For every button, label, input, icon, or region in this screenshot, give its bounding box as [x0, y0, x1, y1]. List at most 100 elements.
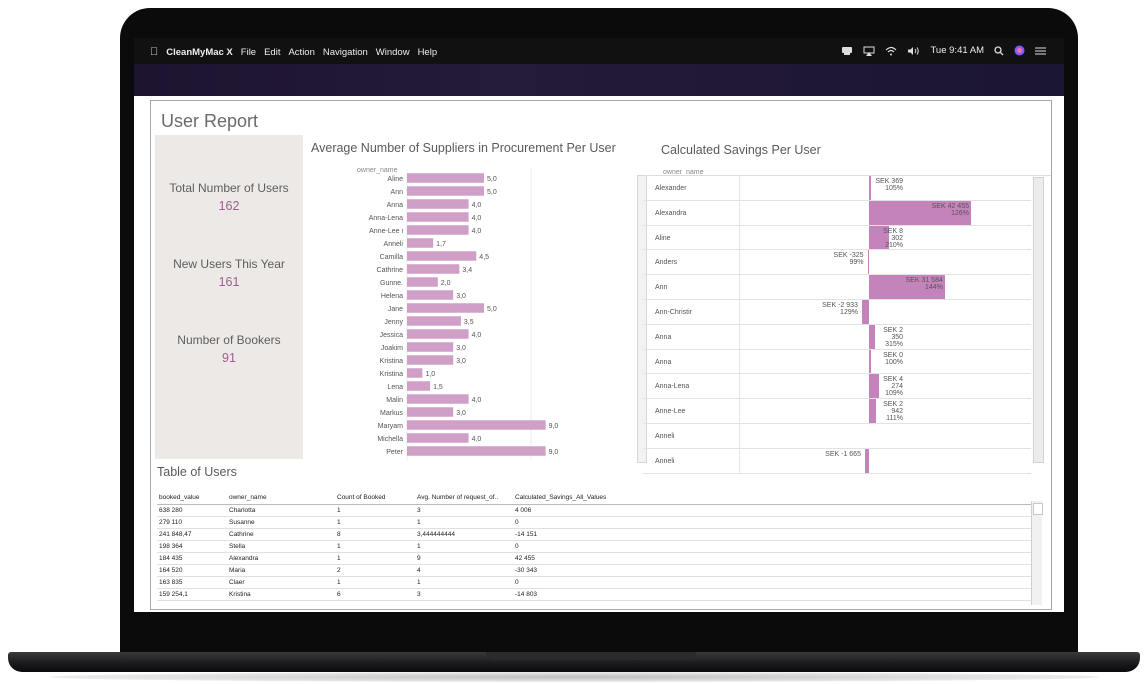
table-row[interactable]: 638 280 Charlotta 1 3 4 006: [157, 504, 1033, 517]
chart1-bar[interactable]: [407, 329, 469, 339]
chart1-bar[interactable]: [407, 290, 454, 300]
clock[interactable]: Tue 9:41 AM: [930, 45, 984, 56]
chart1-bar[interactable]: [407, 355, 454, 365]
table-row[interactable]: 198 364 Stella 1 1 0: [157, 540, 1033, 553]
table-row[interactable]: 164 520 Maria 2 4 -30 343: [157, 564, 1033, 577]
chart1-bar[interactable]: [407, 225, 469, 235]
savings-row[interactable]: Anna SEK 2 350 315%: [643, 324, 1031, 350]
savings-row[interactable]: Anne-Lee SEK 2 942 111%: [643, 399, 1031, 424]
savings-row[interactable]: Anneli SEK -1 665: [643, 448, 1031, 474]
chart1-category-label: Anna: [387, 202, 403, 209]
savings-percent-label: 210%: [885, 241, 903, 249]
col-owner-name[interactable]: owner_name: [227, 491, 335, 505]
menu-help[interactable]: Help: [418, 47, 438, 58]
chart1-bar[interactable]: [407, 368, 423, 378]
chart2-scrollbar[interactable]: [1033, 177, 1044, 463]
chart1-bar[interactable]: [407, 199, 469, 209]
table-scroll-thumb[interactable]: [1033, 503, 1043, 515]
kpi-label: Total Number of Users: [169, 181, 289, 195]
chart1-bar[interactable]: [407, 173, 484, 183]
chart1-bar[interactable]: [407, 303, 484, 313]
savings-row[interactable]: Anders SEK -325 99%: [643, 250, 1031, 276]
savings-column-divider: [739, 176, 740, 200]
chart1-bar[interactable]: [407, 238, 434, 248]
menu-navigation[interactable]: Navigation: [323, 47, 368, 58]
menu-edit[interactable]: Edit: [264, 47, 280, 58]
users-table: booked_value owner_name Count of Booked …: [157, 491, 1033, 601]
chart1-bar[interactable]: [407, 420, 546, 430]
savings-row[interactable]: Alexander SEK 369 105%: [643, 176, 1031, 201]
apple-icon[interactable]: : [150, 46, 158, 58]
savings-row[interactable]: Alexandra SEK 42 455 126%: [643, 200, 1031, 226]
airplay-icon[interactable]: [863, 46, 875, 56]
table-row[interactable]: 163 835 Claer 1 1 0: [157, 576, 1033, 589]
control-center-icon[interactable]: [1035, 46, 1046, 56]
chart1-bar[interactable]: [407, 394, 469, 404]
col-count-booked[interactable]: Count of Booked: [335, 491, 415, 505]
chart1-category-label: Peter: [386, 449, 403, 456]
savings-row[interactable]: Anna SEK 0 100%: [643, 349, 1031, 375]
chart1-category-label: Helena: [381, 293, 403, 300]
col-avg-requests[interactable]: Avg. Number of request_of..: [415, 491, 513, 505]
savings-bar[interactable]: [869, 176, 871, 200]
volume-icon[interactable]: [907, 46, 920, 56]
chart1-value-label: 5,0: [487, 176, 497, 183]
menu-action[interactable]: Action: [288, 47, 314, 58]
savings-owner-name: Alexander: [655, 185, 687, 192]
filler-cell: [673, 552, 1033, 565]
savings-label-group: SEK 8 302 210%: [873, 228, 903, 249]
menu-file[interactable]: File: [241, 47, 256, 58]
chart1-value-label: 4,0: [472, 228, 482, 235]
chart1-bar[interactable]: [407, 433, 469, 443]
avg-requests-cell: 4: [415, 564, 513, 577]
savings-bar[interactable]: [864, 448, 869, 473]
chart1-category-label: Jessica: [380, 332, 403, 339]
kpi-value: 91: [222, 351, 236, 365]
table-row[interactable]: 184 435 Alexandra 1 9 42 455: [157, 552, 1033, 565]
savings-column-divider: [739, 349, 740, 374]
owner-name-cell: Charlotta: [227, 504, 335, 517]
chart1-bar[interactable]: [407, 381, 431, 391]
savings-row[interactable]: Ann SEK 31 584 144%: [643, 275, 1031, 300]
menu-window[interactable]: Window: [376, 47, 410, 58]
chart2-title: Calculated Savings Per User: [661, 143, 821, 157]
chart1-bar[interactable]: [407, 277, 438, 287]
savings-percent-label: 105%: [885, 185, 903, 192]
chart1-bar[interactable]: [407, 342, 454, 352]
savings-label-group: SEK -2 933 129%: [798, 302, 858, 316]
table-scrollbar[interactable]: [1031, 501, 1043, 605]
search-icon[interactable]: [994, 45, 1004, 56]
kpi-new-users: New Users This Year 161: [155, 257, 303, 289]
savings-row[interactable]: Anneli: [643, 424, 1031, 449]
table-row[interactable]: 241 848,47 Cathrine 8 3,444444444 -14 151: [157, 528, 1033, 541]
cleanmymac-menu-icon[interactable]: [841, 46, 853, 56]
table-row[interactable]: 159 254,1 Kristina 6 3 -14 803: [157, 588, 1033, 601]
chart1-value-label: 3,0: [456, 410, 466, 417]
savings-percent-label: 100%: [885, 358, 903, 366]
wifi-icon[interactable]: [885, 46, 897, 56]
col-calculated-savings[interactable]: Calculated_Savings_All_Values: [513, 491, 673, 505]
chart1-bar[interactable]: [407, 407, 454, 417]
savings-cell: 4 006: [513, 504, 673, 517]
chart1-bar[interactable]: [407, 251, 477, 261]
savings-bar[interactable]: [869, 349, 871, 374]
siri-icon[interactable]: [1014, 45, 1025, 56]
chart1-bar[interactable]: [407, 212, 469, 222]
chart1-category-label: Kristina: [380, 358, 403, 365]
savings-bar[interactable]: [867, 250, 869, 275]
savings-row[interactable]: Aline SEK 8 302 210%: [643, 225, 1031, 251]
table-row[interactable]: 279 110 Susanne 1 1 0: [157, 516, 1033, 529]
savings-percent-label: 111%: [886, 415, 903, 423]
savings-row[interactable]: Ann-Christir SEK -2 933 129%: [643, 300, 1031, 325]
savings-bar[interactable]: [861, 300, 869, 324]
chart1-bar[interactable]: [407, 264, 460, 274]
chart1-bar[interactable]: [407, 446, 546, 456]
col-booked-value[interactable]: booked_value: [157, 491, 227, 505]
filler-cell: [673, 588, 1033, 601]
savings-row[interactable]: Anna-Lena SEK 4 274 109%: [643, 374, 1031, 400]
chart1-bar[interactable]: [407, 316, 461, 326]
menu-app-name[interactable]: CleanMyMac X: [166, 47, 233, 58]
chart1-bar[interactable]: [407, 186, 484, 196]
laptop-notch: [486, 652, 696, 660]
owner-name-cell: Maria: [227, 564, 335, 577]
